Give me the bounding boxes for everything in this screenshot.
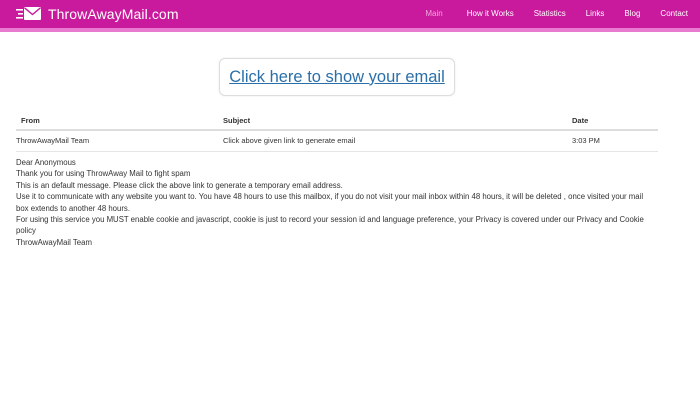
message-signature: ThrowAwayMail Team bbox=[16, 237, 92, 247]
nav-contact[interactable]: Contact bbox=[654, 0, 694, 28]
envelope-speed-icon bbox=[16, 7, 41, 20]
nav-links-item[interactable]: Links bbox=[580, 0, 611, 28]
row-subject: Click above given link to generate email bbox=[223, 130, 572, 152]
row-from: ThrowAwayMail Team bbox=[16, 130, 223, 152]
brand[interactable]: ThrowAwayMail.com bbox=[16, 0, 179, 28]
row-date: 3:03 PM bbox=[572, 130, 658, 152]
brand-name: ThrowAwayMail.com bbox=[48, 6, 179, 22]
nav-links: Main How it Works Statistics Links Blog … bbox=[419, 0, 700, 28]
message-line: Thank you for using ThrowAway Mail to fi… bbox=[16, 169, 191, 179]
nav-blog[interactable]: Blog bbox=[618, 0, 646, 28]
show-email-link[interactable]: Click here to show your email bbox=[229, 68, 445, 87]
message-body: Dear Anonymous Thank you for using Throw… bbox=[16, 157, 656, 248]
message-line: This is an default message. Please click… bbox=[16, 180, 343, 190]
inbox-header-row: From Subject Date bbox=[16, 111, 658, 131]
navbar-stripe bbox=[0, 28, 700, 32]
message-line: For using this service you MUST enable c… bbox=[16, 215, 644, 236]
message-greeting: Dear Anonymous bbox=[16, 158, 76, 167]
column-header-date: Date bbox=[572, 111, 658, 131]
table-row[interactable]: ThrowAwayMail Team Click above given lin… bbox=[16, 130, 658, 152]
nav-how-it-works[interactable]: How it Works bbox=[461, 0, 520, 28]
column-header-from: From bbox=[16, 111, 223, 131]
column-header-subject: Subject bbox=[223, 111, 572, 131]
nav-statistics[interactable]: Statistics bbox=[528, 0, 572, 28]
show-email-box: Click here to show your email bbox=[219, 58, 455, 96]
inbox-table: From Subject Date ThrowAwayMail Team Cli… bbox=[16, 111, 658, 152]
message-line: Use it to communicate with any website y… bbox=[16, 192, 644, 213]
nav-main[interactable]: Main bbox=[419, 0, 448, 28]
top-navbar: ThrowAwayMail.com Main How it Works Stat… bbox=[0, 0, 700, 28]
